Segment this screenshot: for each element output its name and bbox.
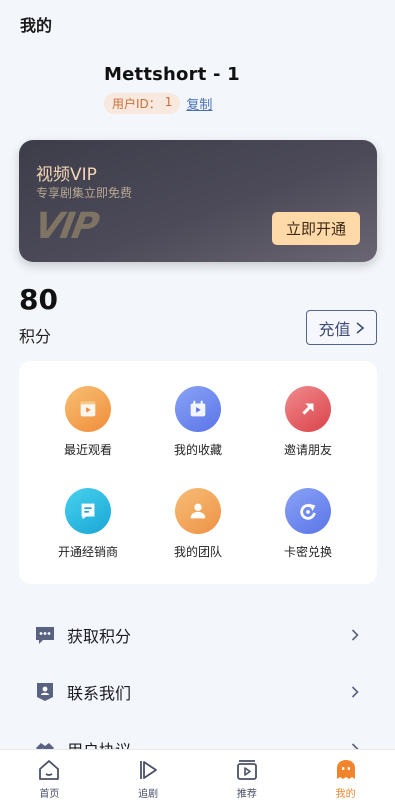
tab-follow[interactable]: 追剧 — [99, 750, 198, 806]
grid-label: 我的收藏 — [173, 443, 222, 457]
menu-item-get-points[interactable]: 获取积分 — [0, 606, 395, 663]
vip-subtitle: 专享剧集立即免费 — [36, 186, 133, 200]
menu-label: 联系我们 — [67, 683, 132, 703]
tab-label: 我的 — [335, 789, 356, 800]
person-icon — [175, 488, 221, 534]
ghost-icon — [336, 760, 355, 779]
copy-link[interactable]: 复制 — [186, 94, 212, 113]
home-icon — [39, 760, 60, 780]
chevron-right-icon — [355, 321, 364, 334]
points-label: 积分 — [19, 327, 52, 346]
grid-item-favorites[interactable]: 我的收藏 — [143, 386, 253, 474]
grid-item-invite[interactable]: 邀请朋友 — [253, 386, 363, 474]
vip-card: 视频VIP 专享剧集立即免费 VIP 立即开通 — [19, 140, 377, 262]
film-icon — [65, 386, 111, 432]
feature-grid: 最近观看 我的收藏 邀请朋友 开通经销商 我的团队 卡密兑换 — [19, 361, 377, 584]
recharge-button[interactable]: 充值 — [306, 310, 377, 345]
grid-label: 我的团队 — [173, 545, 222, 559]
user-id-label: 用户ID： — [112, 97, 161, 111]
calendar-play-icon — [175, 386, 221, 432]
grid-item-team[interactable]: 我的团队 — [143, 488, 253, 576]
chevron-right-icon — [351, 685, 359, 698]
recharge-label: 充值 — [318, 319, 351, 339]
grid-label: 邀请朋友 — [283, 443, 332, 457]
vip-activate-button[interactable]: 立即开通 — [272, 212, 360, 245]
chat-dots-icon — [36, 626, 54, 644]
grid-item-redeem[interactable]: 卡密兑换 — [253, 488, 363, 576]
profile-name: Mettshort - 1 — [104, 64, 240, 85]
bottom-tab-bar: 首页 追剧 推荐 我的 — [0, 749, 395, 806]
grid-item-dealer[interactable]: 开通经销商 — [33, 488, 143, 576]
grid-item-recent[interactable]: 最近观看 — [33, 386, 143, 474]
vip-logo: VIP — [31, 206, 101, 247]
chevron-right-icon — [351, 628, 359, 641]
shield-contact-icon — [37, 682, 53, 701]
tab-label: 推荐 — [236, 789, 257, 800]
tab-home[interactable]: 首页 — [0, 750, 99, 806]
menu-label: 获取积分 — [67, 626, 132, 646]
vip-title: 视频VIP — [36, 165, 97, 185]
page-title: 我的 — [20, 16, 53, 35]
arrow-up-right-icon — [285, 386, 331, 432]
user-id-value: 1 — [164, 95, 173, 109]
tab-label: 追剧 — [138, 789, 159, 800]
tab-mine[interactable]: 我的 — [296, 750, 395, 806]
grid-label: 开通经销商 — [57, 545, 118, 559]
points-value: 80 — [19, 283, 58, 316]
tab-label: 首页 — [39, 789, 60, 800]
play-icon — [140, 761, 158, 779]
menu-item-contact[interactable]: 联系我们 — [0, 663, 395, 720]
user-id-badge: 用户ID： 1 — [104, 93, 181, 114]
bookmark-flag-icon — [65, 488, 111, 534]
tv-play-icon — [236, 760, 257, 780]
profile: Mettshort - 1 用户ID： 1 复制 — [104, 64, 240, 114]
grid-label: 最近观看 — [63, 443, 112, 457]
tab-recommend[interactable]: 推荐 — [198, 750, 297, 806]
grid-label: 卡密兑换 — [283, 545, 332, 559]
redo-icon — [285, 488, 331, 534]
